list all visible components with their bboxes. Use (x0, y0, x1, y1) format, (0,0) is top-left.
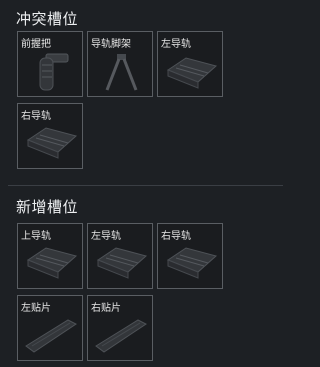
slot-left-rail[interactable]: 左导轨 (87, 223, 153, 289)
rail-mount-icon (166, 247, 218, 279)
bipod-icon (105, 54, 138, 91)
slot-front-grip[interactable]: 前握把 (17, 31, 83, 97)
slot-right-rail[interactable]: 右导轨 (157, 223, 223, 289)
rail-mount-icon (26, 247, 78, 279)
slot-right-cover[interactable]: 右贴片 (87, 295, 153, 361)
grip-icon (39, 53, 69, 91)
section-divider (8, 185, 283, 186)
rail-mount-icon (26, 127, 78, 159)
slot-left-rail[interactable]: 左导轨 (157, 31, 223, 97)
slot-rail-bipod[interactable]: 导轨脚架 (87, 31, 153, 97)
rail-cover-icon (25, 319, 77, 353)
rail-mount-icon (166, 57, 218, 89)
slot-right-rail[interactable]: 右导轨 (17, 103, 83, 169)
new-section-title: 新增槽位 (16, 198, 79, 216)
new-slot-grid: 上导轨 左导轨 右导轨 左贴片 右贴片 (17, 223, 223, 361)
slot-top-rail[interactable]: 上导轨 (17, 223, 83, 289)
rail-cover-icon (95, 319, 147, 353)
rail-mount-icon (96, 247, 148, 279)
slot-left-cover[interactable]: 左贴片 (17, 295, 83, 361)
conflict-section-title: 冲突槽位 (16, 10, 79, 28)
conflict-slot-grid: 前握把 导轨脚架 左导轨 右导轨 (17, 31, 223, 169)
